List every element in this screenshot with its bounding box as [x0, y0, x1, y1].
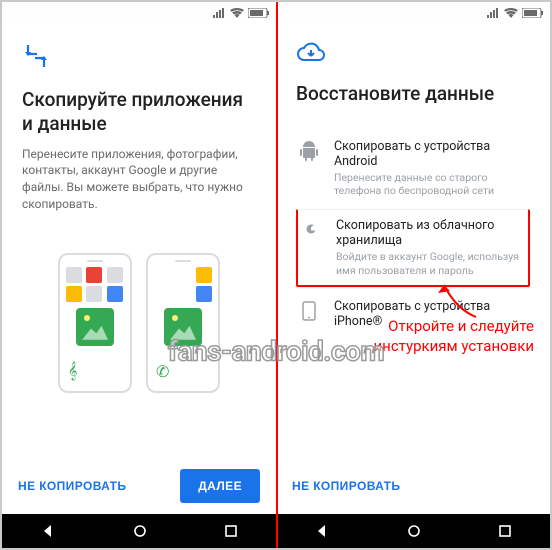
option-subtitle: Войдите в аккаунт Google, используя имя …	[336, 250, 526, 277]
iphone-icon	[298, 299, 320, 321]
nav-recent-icon[interactable]	[498, 524, 512, 538]
cloud-download-icon	[296, 42, 530, 68]
page-description: Перенесите приложения, фотографии, конта…	[22, 146, 256, 213]
android-navbar	[276, 514, 550, 548]
screen-divider	[276, 2, 278, 548]
skip-button[interactable]: НЕ КОПИРОВАТЬ	[292, 479, 400, 493]
nav-back-icon[interactable]	[314, 523, 330, 539]
annotation-arrow	[436, 279, 486, 319]
signal-icon	[213, 8, 226, 18]
next-button[interactable]: ДАЛЕЕ	[180, 469, 260, 503]
option-cloud[interactable]: Скопировать из облачного хранилища Войди…	[296, 209, 530, 287]
status-bar	[276, 2, 550, 24]
phone-left: 𝄞	[58, 253, 132, 393]
screen-copy-apps: Скопируйте приложения и данные Перенесит…	[2, 2, 276, 548]
nav-home-icon[interactable]	[407, 524, 421, 538]
signal-icon	[487, 8, 500, 18]
restore-options: Скопировать с устройства Android Перенес…	[296, 128, 530, 343]
battery-icon	[522, 8, 544, 18]
wifi-icon	[230, 8, 244, 18]
content-area: Скопируйте приложения и данные Перенесит…	[2, 24, 276, 458]
nav-back-icon[interactable]	[40, 523, 56, 539]
status-bar	[2, 2, 276, 24]
google-icon	[300, 218, 322, 238]
option-android[interactable]: Скопировать с устройства Android Перенес…	[296, 128, 530, 209]
android-icon	[298, 139, 320, 161]
page-title: Скопируйте приложения и данные	[22, 88, 256, 136]
screen-restore-data: Восстановите данные Скопировать с устрой…	[276, 2, 550, 548]
phone-right: ✆	[146, 253, 220, 393]
option-subtitle: Перенесите данные со старого телефона по…	[334, 171, 528, 198]
annotation-text: Откройте и следуйте инстуркиям установки	[374, 316, 534, 357]
nav-recent-icon[interactable]	[224, 524, 238, 538]
content-area: Восстановите данные Скопировать с устрой…	[276, 24, 550, 458]
bottom-bar: НЕ КОПИРОВАТЬ	[276, 458, 550, 514]
option-title: Скопировать из облачного хранилища	[336, 218, 526, 248]
phones-illustration: 𝄞 ✆	[22, 253, 256, 393]
option-title: Скопировать с устройства Android	[334, 139, 528, 169]
skip-button[interactable]: НЕ КОПИРОВАТЬ	[18, 479, 126, 493]
page-title: Восстановите данные	[296, 82, 530, 106]
android-navbar	[2, 514, 276, 548]
nav-home-icon[interactable]	[133, 524, 147, 538]
wifi-icon	[504, 8, 518, 18]
transfer-icon	[22, 42, 256, 74]
battery-icon	[248, 8, 270, 18]
bottom-bar: НЕ КОПИРОВАТЬ ДАЛЕЕ	[2, 458, 276, 514]
